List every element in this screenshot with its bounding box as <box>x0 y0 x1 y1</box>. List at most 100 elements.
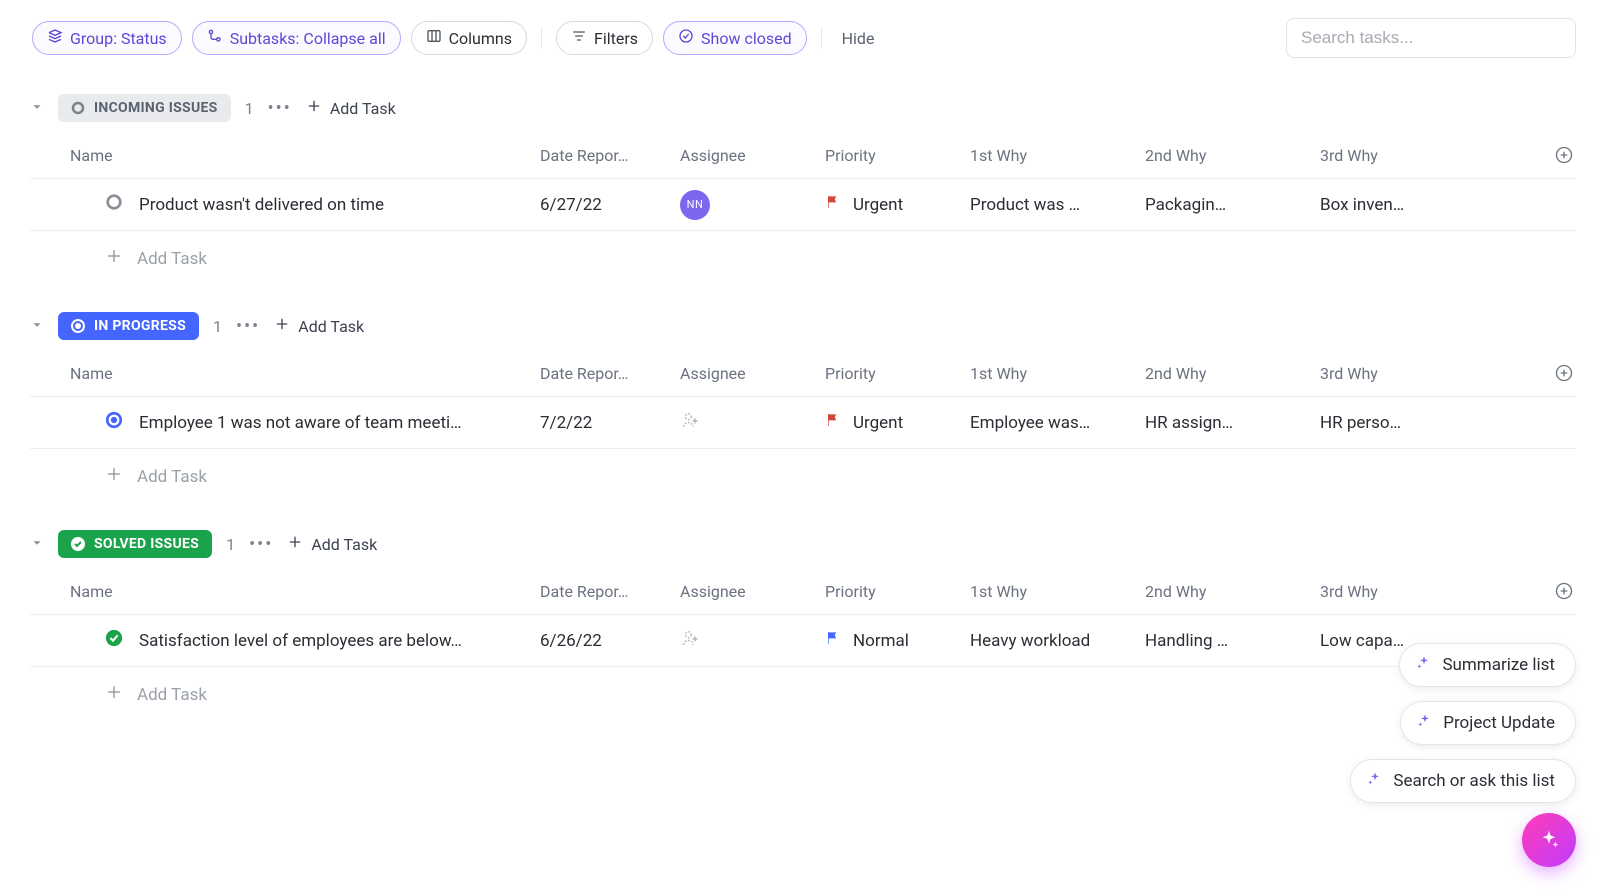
col-assignee[interactable]: Assignee <box>680 582 825 601</box>
chevron-down-icon[interactable] <box>30 317 44 336</box>
col-priority[interactable]: Priority <box>825 146 970 165</box>
stack-icon <box>47 28 63 48</box>
task-group: INCOMING ISSUES 1 ••• Add Task NameDate Repo… <box>30 94 1576 270</box>
status-pill[interactable]: INCOMING ISSUES <box>58 94 231 122</box>
chevron-down-icon[interactable] <box>30 99 44 118</box>
add-task-button[interactable]: Add Task <box>287 534 377 554</box>
cell-why3[interactable]: HR perso… <box>1320 413 1430 433</box>
columns-pill[interactable]: Columns <box>411 21 527 55</box>
ai-fab[interactable] <box>1522 813 1576 867</box>
status-icon <box>71 537 85 551</box>
add-task-row[interactable]: Add Task <box>30 231 1576 270</box>
subtasks-pill[interactable]: Subtasks: Collapse all <box>192 21 401 55</box>
status-icon[interactable] <box>105 193 123 216</box>
more-icon[interactable]: ••• <box>236 316 260 337</box>
col-priority[interactable]: Priority <box>825 364 970 383</box>
col-priority[interactable]: Priority <box>825 582 970 601</box>
add-task-label: Add Task <box>137 467 207 487</box>
task-row[interactable]: Satisfaction level of employees are belo… <box>30 615 1576 667</box>
col-name[interactable]: Name <box>30 146 540 165</box>
add-task-label: Add Task <box>330 99 396 118</box>
cell-date[interactable]: 6/27/22 <box>540 195 680 215</box>
add-column-button[interactable] <box>1554 144 1576 166</box>
col-assignee[interactable]: Assignee <box>680 146 825 165</box>
col-why2[interactable]: 2nd Why <box>1145 582 1320 601</box>
status-icon <box>71 319 85 333</box>
col-name[interactable]: Name <box>30 582 540 601</box>
flag-icon <box>825 630 841 651</box>
subtasks-label: Subtasks: Collapse all <box>230 29 386 48</box>
chevron-down-icon[interactable] <box>30 535 44 554</box>
assign-icon[interactable] <box>680 415 700 435</box>
cell-priority[interactable]: Urgent <box>825 194 970 215</box>
cell-why1[interactable]: Heavy workload <box>970 631 1145 651</box>
cell-priority[interactable]: Urgent <box>825 412 970 433</box>
col-why3[interactable]: 3rd Why <box>1320 582 1430 601</box>
col-why1[interactable]: 1st Why <box>970 364 1145 383</box>
task-row[interactable]: Employee 1 was not aware of team meeti…7… <box>30 397 1576 449</box>
task-row[interactable]: Product wasn't delivered on time 6/27/22N… <box>30 179 1576 231</box>
cell-priority[interactable]: Normal <box>825 630 970 651</box>
add-column-button[interactable] <box>1554 580 1576 602</box>
col-assignee[interactable]: Assignee <box>680 364 825 383</box>
cell-date[interactable]: 6/26/22 <box>540 631 680 651</box>
status-icon[interactable] <box>105 411 123 434</box>
col-date[interactable]: Date Repor… <box>540 364 680 383</box>
group-header: IN PROGRESS1•••Add Task <box>30 312 1576 340</box>
col-why2[interactable]: 2nd Why <box>1145 364 1320 383</box>
ai-summarize-chip[interactable]: Summarize list <box>1399 643 1576 687</box>
col-why1[interactable]: 1st Why <box>970 582 1145 601</box>
status-label: SOLVED ISSUES <box>94 536 199 552</box>
more-icon[interactable]: ••• <box>268 98 292 119</box>
add-task-button[interactable]: Add Task <box>306 98 396 118</box>
add-column-button[interactable] <box>1554 362 1576 384</box>
filters-pill[interactable]: Filters <box>556 21 653 55</box>
add-task-row[interactable]: Add Task <box>30 449 1576 488</box>
columns-icon <box>426 28 442 48</box>
ai-project-update-chip[interactable]: Project Update <box>1400 701 1576 745</box>
group-header: SOLVED ISSUES1•••Add Task <box>30 530 1576 558</box>
task-name: Product wasn't delivered on time <box>139 195 384 215</box>
cell-date[interactable]: 7/2/22 <box>540 413 680 433</box>
ai-search-ask-chip[interactable]: Search or ask this list <box>1350 759 1576 803</box>
cell-assignee <box>680 410 825 435</box>
flag-icon <box>825 194 841 215</box>
cell-name: Product wasn't delivered on time <box>30 193 540 216</box>
more-icon[interactable]: ••• <box>249 534 273 555</box>
add-task-label: Add Task <box>137 249 207 269</box>
cell-name: Employee 1 was not aware of team meeti… <box>30 411 540 434</box>
check-circle-icon <box>678 28 694 48</box>
cell-why2[interactable]: Handling … <box>1145 631 1320 651</box>
ai-summarize-label: Summarize list <box>1442 655 1555 675</box>
add-task-label: Add Task <box>311 535 377 554</box>
hide-link[interactable]: Hide <box>842 29 875 48</box>
cell-why1[interactable]: Employee was… <box>970 413 1145 433</box>
col-why1[interactable]: 1st Why <box>970 146 1145 165</box>
add-task-row[interactable]: Add Task <box>30 667 1576 706</box>
col-why3[interactable]: 3rd Why <box>1320 146 1430 165</box>
show-closed-pill[interactable]: Show closed <box>663 21 807 55</box>
subtask-icon <box>207 28 223 48</box>
task-name: Satisfaction level of employees are belo… <box>139 631 462 651</box>
cell-why2[interactable]: Packagin… <box>1145 195 1320 215</box>
status-pill[interactable]: SOLVED ISSUES <box>58 530 212 558</box>
avatar[interactable]: NN <box>680 190 710 220</box>
col-date[interactable]: Date Repor… <box>540 146 680 165</box>
cell-why1[interactable]: Product was … <box>970 195 1145 215</box>
search-input[interactable] <box>1286 18 1576 58</box>
cell-why3[interactable]: Box inven… <box>1320 195 1430 215</box>
col-why3[interactable]: 3rd Why <box>1320 364 1430 383</box>
status-icon[interactable] <box>105 629 123 652</box>
task-groups: INCOMING ISSUES1•••Add TaskNameDate Repo… <box>24 94 1576 706</box>
add-task-label: Add Task <box>298 317 364 336</box>
assign-icon[interactable] <box>680 633 700 653</box>
status-pill[interactable]: IN PROGRESS <box>58 312 199 340</box>
group-count: 1 <box>245 99 254 118</box>
col-name[interactable]: Name <box>30 364 540 383</box>
col-date[interactable]: Date Repor… <box>540 582 680 601</box>
col-why2[interactable]: 2nd Why <box>1145 146 1320 165</box>
cell-why2[interactable]: HR assign… <box>1145 413 1320 433</box>
status-icon <box>71 101 85 115</box>
group-pill[interactable]: Group: Status <box>32 21 182 55</box>
add-task-button[interactable]: Add Task <box>274 316 364 336</box>
